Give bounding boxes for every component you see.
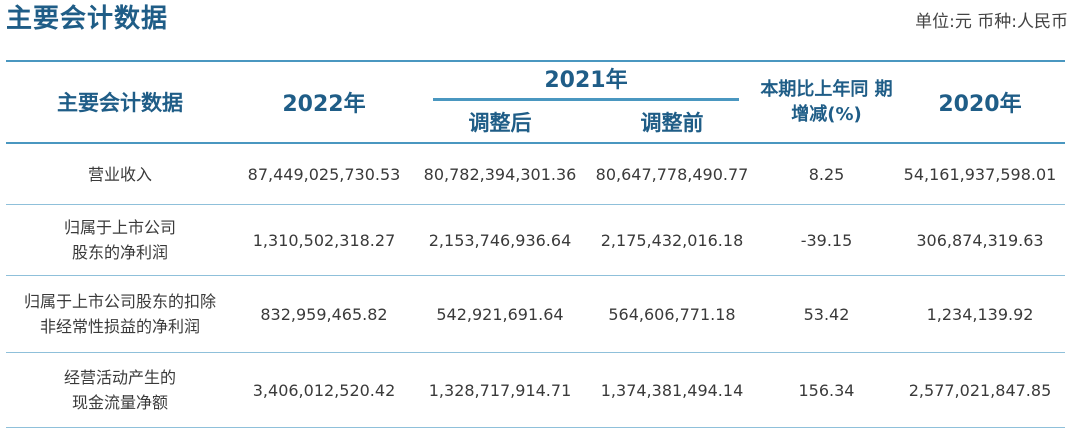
cell-2020: 2,577,021,847.85	[895, 352, 1065, 428]
cell-change: 8.25	[758, 143, 895, 205]
cell-change: 53.42	[758, 275, 895, 353]
row-label-line1: 营业收入	[87, 164, 152, 184]
row-label-line1: 归属于上市公司	[63, 218, 176, 237]
cell-2021-adjusted: 80,782,394,301.36	[414, 143, 586, 205]
cell-2021-adjusted: 2,153,746,936.64	[414, 204, 586, 276]
cell-2022: 1,310,502,318.27	[234, 204, 414, 276]
cell-2021-before: 1,374,381,494.14	[586, 352, 758, 428]
cell-2022: 3,406,012,520.42	[234, 352, 414, 428]
row-label: 经营活动产生的 现金流量净额	[6, 352, 234, 428]
row-label-line1: 归属于上市公司股东的扣除	[23, 292, 216, 311]
currency-unit-note: 单位:元 币种:人民币	[915, 12, 1068, 32]
cell-2020: 54,161,937,598.01	[895, 143, 1065, 205]
accounting-data-table-container: 主要会计数据 2022年 2021年 本期比上年同 期增减(%) 2020年 调…	[6, 60, 1065, 428]
accounting-data-table: 主要会计数据 2022年 2021年 本期比上年同 期增减(%) 2020年 调…	[6, 60, 1065, 428]
cell-2021-before: 2,175,432,016.18	[586, 204, 758, 276]
table-row: 经营活动产生的 现金流量净额 3,406,012,520.42 1,328,71…	[6, 352, 1065, 428]
cell-2020: 306,874,319.63	[895, 204, 1065, 276]
header-2021-label: 2021年	[544, 68, 628, 94]
page-title: 主要会计数据	[6, 4, 169, 34]
table-row: 归属于上市公司 股东的净利润 1,310,502,318.27 2,153,74…	[6, 204, 1065, 276]
header-change: 本期比上年同 期增减(%)	[758, 61, 895, 143]
row-label-line2: 非经常性损益的净利润	[39, 317, 200, 336]
header-2020: 2020年	[938, 92, 1022, 117]
row-label: 营业收入	[6, 143, 234, 205]
header-2021-before: 调整前	[640, 110, 704, 135]
table-row: 归属于上市公司股东的扣除 非经常性损益的净利润 832,959,465.82 5…	[6, 275, 1065, 353]
cell-2022: 87,449,025,730.53	[234, 143, 414, 205]
table-header-row-top: 主要会计数据 2022年 2021年 本期比上年同 期增减(%) 2020年	[6, 61, 1065, 125]
table-row: 营业收入 87,449,025,730.53 80,782,394,301.36…	[6, 143, 1065, 205]
row-label-line2: 现金流量净额	[71, 393, 168, 412]
header-item: 主要会计数据	[57, 91, 183, 115]
cell-2021-adjusted: 1,328,717,914.71	[414, 352, 586, 428]
cell-2021-before: 564,606,771.18	[586, 275, 758, 353]
header-2021-group: 2021年	[414, 61, 758, 102]
cell-2021-adjusted: 542,921,691.64	[414, 275, 586, 353]
cell-2022: 832,959,465.82	[234, 275, 414, 353]
cell-change: 156.34	[758, 352, 895, 428]
header-2022: 2022年	[282, 92, 366, 117]
cell-2020: 1,234,139.92	[895, 275, 1065, 353]
cell-2021-before: 80,647,778,490.77	[586, 143, 758, 205]
header-change-line1: 本期比上年同	[760, 79, 869, 100]
row-label: 归属于上市公司股东的扣除 非经常性损益的净利润	[6, 275, 234, 353]
row-label: 归属于上市公司 股东的净利润	[6, 204, 234, 276]
header-2021-adjusted: 调整后	[468, 110, 532, 135]
row-label-line1: 经营活动产生的	[63, 368, 176, 387]
cell-change: -39.15	[758, 204, 895, 276]
row-label-line2: 股东的净利润	[71, 243, 168, 262]
